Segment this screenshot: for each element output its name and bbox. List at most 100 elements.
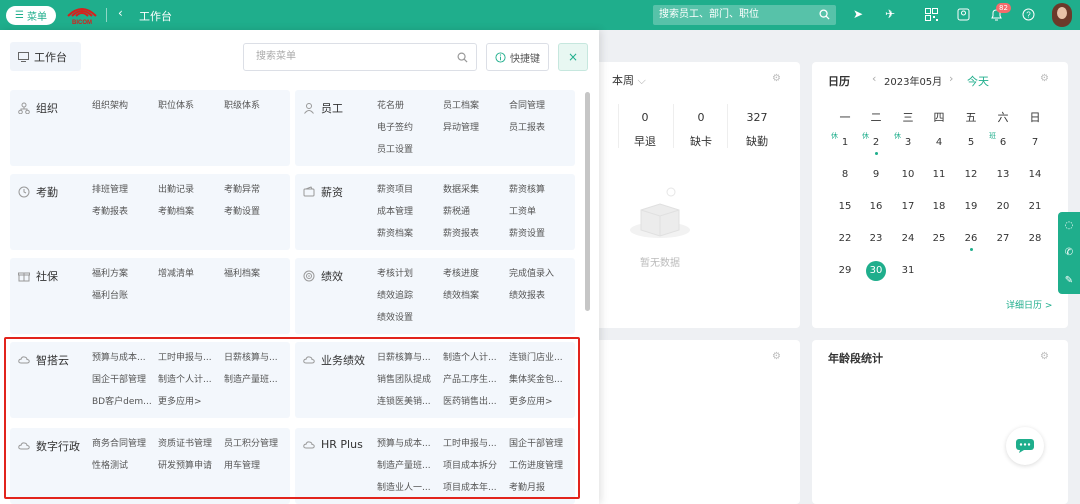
menu-item[interactable]: 员工报表 xyxy=(509,120,545,133)
menu-item[interactable]: 员工积分管理 xyxy=(224,436,278,449)
menu-item[interactable]: 日薪核算与... xyxy=(377,350,431,363)
menu-scrollbar[interactable] xyxy=(585,92,590,311)
menu-item[interactable]: 考勤月报 xyxy=(509,480,545,493)
calendar-day[interactable]: 27 xyxy=(993,229,1013,249)
menu-item[interactable]: 集体奖金包... xyxy=(509,372,563,385)
help-icon[interactable]: ? xyxy=(1021,7,1035,21)
calendar-day[interactable]: 15 xyxy=(835,197,855,217)
menu-item[interactable]: 绩效设置 xyxy=(377,310,413,323)
menu-item[interactable]: 薪资报表 xyxy=(443,226,479,239)
qrcode-icon[interactable] xyxy=(924,7,938,21)
calendar-day[interactable]: 12 xyxy=(961,165,981,185)
menu-item[interactable]: 花名册 xyxy=(377,98,404,111)
calendar-day[interactable]: 28 xyxy=(1025,229,1045,249)
org-icon[interactable] xyxy=(956,7,970,21)
calendar-day-today[interactable]: 30 xyxy=(866,261,886,281)
menu-item[interactable]: 预算与成本... xyxy=(92,350,146,363)
menu-item[interactable]: 性格测试 xyxy=(92,458,128,471)
menu-item[interactable]: 职级体系 xyxy=(224,98,260,111)
tab-workbench[interactable]: 工作台 xyxy=(10,42,81,71)
menu-item[interactable]: 福利台账 xyxy=(92,288,128,301)
menu-item[interactable]: 薪资设置 xyxy=(509,226,545,239)
period-select[interactable]: 本周 ⌵ xyxy=(612,72,646,88)
menu-item[interactable]: 薪资档案 xyxy=(377,226,413,239)
calendar-day[interactable]: 21 xyxy=(1025,197,1045,217)
search-icon[interactable] xyxy=(457,44,468,74)
menu-item[interactable]: 制造业人一... xyxy=(377,480,431,493)
calendar-day[interactable]: 4 xyxy=(929,133,949,153)
menu-item[interactable]: 绩效档案 xyxy=(443,288,479,301)
menu-item[interactable]: 薪税通 xyxy=(443,204,470,217)
close-icon[interactable]: × xyxy=(558,43,588,71)
menu-item[interactable]: 组织架构 xyxy=(92,98,128,111)
today-button[interactable]: 今天 xyxy=(967,73,989,89)
menu-item[interactable]: 完成值录入 xyxy=(509,266,554,279)
calendar-day[interactable]: 23 xyxy=(866,229,886,249)
menu-button[interactable]: ☰ 菜单 xyxy=(6,6,56,25)
menu-item[interactable]: 工时申报与... xyxy=(158,350,212,363)
menu-item[interactable]: 销售团队提成 xyxy=(377,372,431,385)
back-icon[interactable]: ‹ xyxy=(118,6,123,20)
menu-item[interactable]: 薪资项目 xyxy=(377,182,413,195)
calendar-day[interactable]: 10 xyxy=(898,165,918,185)
calendar-day[interactable]: 18 xyxy=(929,197,949,217)
calendar-day[interactable]: 11 xyxy=(929,165,949,185)
menu-item[interactable]: 连锁门店业... xyxy=(509,350,563,363)
calendar-day[interactable]: 13 xyxy=(993,165,1013,185)
menu-item[interactable]: 工伤进度管理 xyxy=(509,458,563,471)
gear-icon[interactable]: ⚙ xyxy=(1040,73,1049,84)
menu-item[interactable]: 考核计划 xyxy=(377,266,413,279)
menu-item[interactable]: 制造产量班... xyxy=(377,458,431,471)
detail-calendar-link[interactable]: 详细日历 > xyxy=(1006,298,1052,311)
calendar-day[interactable]: 1 xyxy=(835,133,855,153)
menu-item[interactable]: 考勤异常 xyxy=(224,182,260,195)
calendar-day[interactable]: 26 xyxy=(961,229,981,249)
menu-item[interactable]: 工资单 xyxy=(509,204,536,217)
menu-item[interactable]: 电子签约 xyxy=(377,120,413,133)
calendar-day[interactable]: 7 xyxy=(1025,133,1045,153)
menu-item[interactable]: 考核进度 xyxy=(443,266,479,279)
calendar-day[interactable]: 8 xyxy=(835,165,855,185)
gear-icon[interactable]: ⚙ xyxy=(772,73,781,84)
menu-item[interactable]: 更多应用> xyxy=(158,394,202,407)
menu-item[interactable]: 数据采集 xyxy=(443,182,479,195)
menu-item[interactable]: 薪资核算 xyxy=(509,182,545,195)
calendar-day[interactable]: 29 xyxy=(835,261,855,281)
menu-item[interactable]: 国企干部管理 xyxy=(509,436,563,449)
message-icon[interactable]: ◌ xyxy=(1065,220,1074,231)
menu-item[interactable]: 绩效报表 xyxy=(509,288,545,301)
menu-item[interactable]: 福利档案 xyxy=(224,266,260,279)
menu-search-input[interactable]: 搜索菜单 xyxy=(243,43,477,71)
menu-item[interactable]: 员工档案 xyxy=(443,98,479,111)
search-icon[interactable] xyxy=(819,9,830,20)
menu-item[interactable]: 国企干部管理 xyxy=(92,372,146,385)
calendar-day[interactable]: 16 xyxy=(866,197,886,217)
gear-icon[interactable]: ⚙ xyxy=(772,351,781,362)
menu-item[interactable]: 制造个人计... xyxy=(443,350,497,363)
menu-item[interactable]: 考勤设置 xyxy=(224,204,260,217)
menu-item[interactable]: 制造产量班... xyxy=(224,372,278,385)
menu-item[interactable]: 日薪核算与... xyxy=(224,350,278,363)
send-icon[interactable]: ✈ xyxy=(883,7,897,21)
menu-item[interactable]: 预算与成本... xyxy=(377,436,431,449)
menu-item[interactable]: 增减清单 xyxy=(158,266,194,279)
global-search-input[interactable]: 搜索员工、部门、职位 xyxy=(653,5,836,25)
calendar-day[interactable]: 6 xyxy=(993,133,1013,153)
menu-item[interactable]: 资质证书管理 xyxy=(158,436,212,449)
calendar-day[interactable]: 2 xyxy=(866,133,886,153)
menu-item[interactable]: 合同管理 xyxy=(509,98,545,111)
menu-item[interactable]: 制造个人计... xyxy=(158,372,212,385)
avatar[interactable] xyxy=(1052,3,1072,27)
gear-icon[interactable]: ⚙ xyxy=(1040,351,1049,362)
menu-item[interactable]: 连锁医美销... xyxy=(377,394,431,407)
menu-item[interactable]: 福利方案 xyxy=(92,266,128,279)
menu-item[interactable]: 考勤报表 xyxy=(92,204,128,217)
calendar-day[interactable]: 20 xyxy=(993,197,1013,217)
calendar-day[interactable]: 5 xyxy=(961,133,981,153)
phone-icon[interactable]: ✆ xyxy=(1065,247,1073,258)
calendar-day[interactable]: 3 xyxy=(898,133,918,153)
calendar-day[interactable]: 17 xyxy=(898,197,918,217)
menu-item[interactable]: 成本管理 xyxy=(377,204,413,217)
menu-item[interactable]: 项目成本年... xyxy=(443,480,497,493)
menu-item[interactable]: 产品工序生... xyxy=(443,372,497,385)
